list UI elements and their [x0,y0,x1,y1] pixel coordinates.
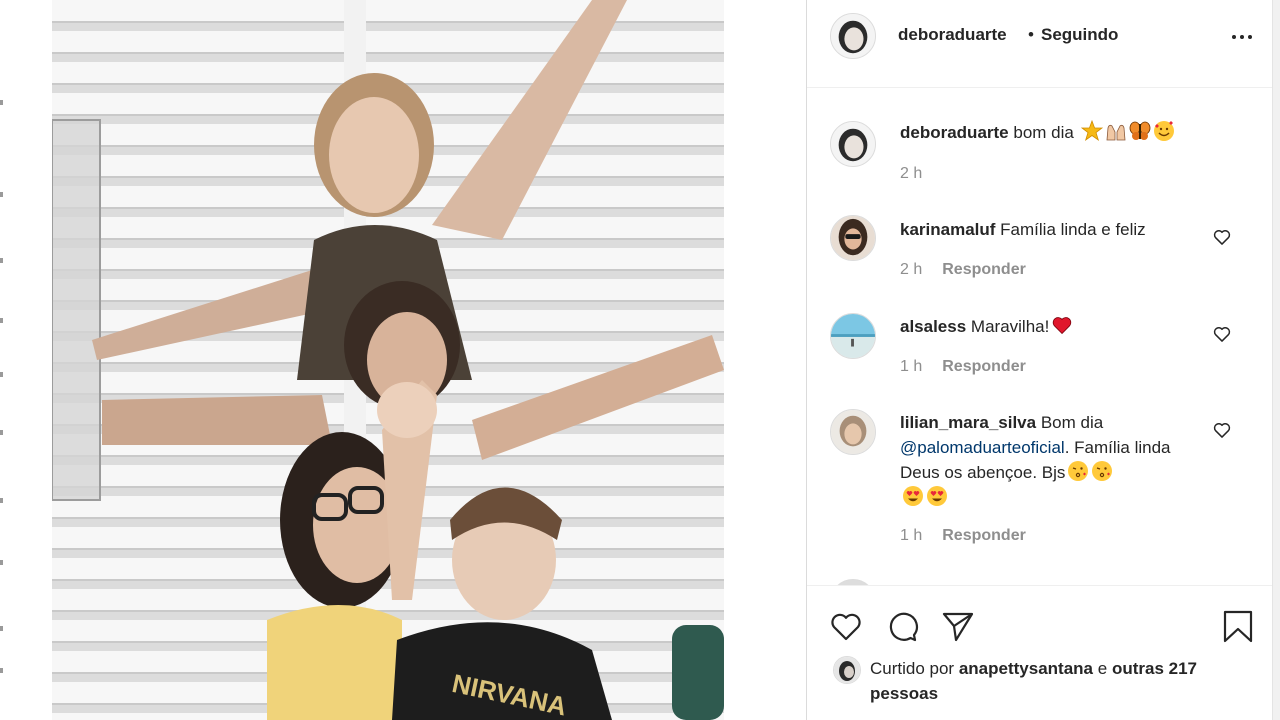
like-heart-icon[interactable] [828,608,864,644]
page-edge-marks [0,0,10,720]
red-heart-emoji [1053,317,1072,335]
mention-link[interactable]: @palomaduarteoficial [900,438,1065,457]
header-separator: • [1028,25,1034,44]
commenter-avatar[interactable] [830,313,876,359]
post-header: deboraduarte • Seguindo [807,0,1273,88]
liked-by-text: Curtido por anapettysantana e outras 217… [870,656,1230,706]
post-media-area: NIRVANA [0,0,806,720]
post-actions: Curtido por anapettysantana e outras 217… [807,585,1273,720]
save-bookmark-icon[interactable] [1220,608,1256,644]
reply-button[interactable]: Responder [942,527,1026,544]
caption-body: bom dia [1013,123,1074,142]
comment-text: karinamaluf Família linda e feliz [900,217,1200,242]
heart-eyes-emoji [903,486,923,506]
star-emoji [1080,120,1103,142]
share-send-icon[interactable] [940,608,976,644]
commenter-username[interactable]: karinamaluf [900,220,995,239]
liker-username[interactable]: anapettysantana [959,659,1093,678]
comment-like-heart-icon[interactable] [1212,227,1232,247]
caption-time[interactable]: 2 h [900,165,922,182]
window-scrollbar[interactable] [1272,0,1280,720]
comment-body-start: Bom dia [1040,413,1104,432]
reply-button[interactable]: Responder [942,261,1026,278]
post-photo[interactable]: NIRVANA [52,0,724,720]
caption-username[interactable]: deboraduarte [900,123,1009,142]
liked-by-prefix: Curtido por [870,659,955,678]
raising-hands-emoji [1106,124,1126,141]
comment-bubble-icon[interactable] [884,608,920,644]
comment-text: alsaless Maravilha! [900,314,1200,339]
commenter-avatar[interactable] [830,215,876,261]
liker-avatar[interactable] [833,656,861,684]
comment-body: Família linda e feliz [1000,220,1146,239]
kiss-emoji [1068,461,1089,481]
smiling-hearts-emoji [1153,121,1174,141]
comments-list[interactable]: deboraduarte bom dia 2 h karinamaluf Fam… [807,89,1273,585]
author-avatar[interactable] [830,13,876,59]
comment-time[interactable]: 2 h [900,261,922,278]
comment-like-heart-icon[interactable] [1212,324,1232,344]
caption-avatar[interactable] [830,121,876,167]
reply-button[interactable]: Responder [942,358,1026,375]
commenter-username[interactable]: lilian_mara_silva [900,413,1036,432]
heart-eyes-emoji [927,486,947,506]
butterfly-emoji [1129,121,1150,140]
kiss-emoji [1092,461,1113,481]
commenter-username[interactable]: alsaless [900,317,966,336]
comment-time[interactable]: 1 h [900,527,922,544]
caption-text: deboraduarte bom dia [900,120,1200,145]
post-sidebar: deboraduarte • Seguindo deboraduarte bom… [806,0,1273,720]
more-options-button[interactable] [1227,26,1257,48]
author-username[interactable]: deboraduarte [898,25,1007,45]
comment-meta: 1 h Responder [900,527,1026,545]
following-button[interactable]: Seguindo [1041,25,1118,45]
comment-like-heart-icon[interactable] [1212,420,1232,440]
liked-by-connector: e [1097,659,1108,678]
comment-text: lilian_mara_silva Bom dia @palomaduarteo… [900,410,1200,510]
comment-meta: 2 h Responder [900,261,1026,279]
comment-body: Maravilha! [970,317,1050,336]
comment-time[interactable]: 1 h [900,358,922,375]
comment-meta: 1 h Responder [900,358,1026,376]
caption-meta: 2 h [900,165,922,183]
commenter-avatar[interactable] [830,409,876,455]
